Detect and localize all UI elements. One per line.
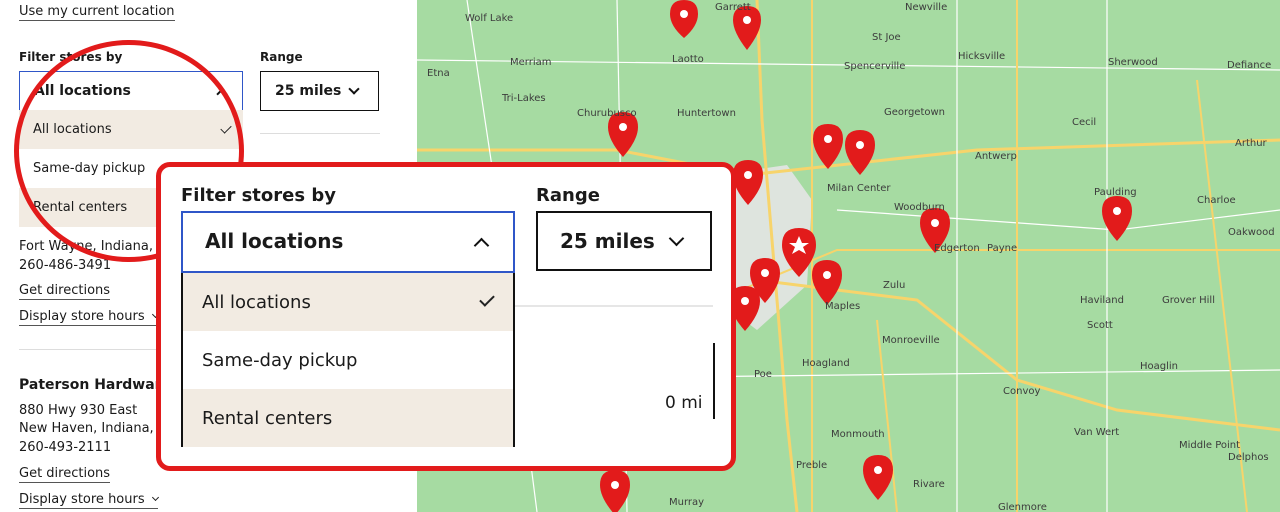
display-store-hours-link[interactable]: Display store hours xyxy=(19,492,159,509)
place-label: Convoy xyxy=(1003,386,1041,397)
distance-bar xyxy=(713,343,715,419)
range-label: Range xyxy=(536,185,600,206)
range-select-value: 25 miles xyxy=(560,229,655,253)
place-label: Spencerville xyxy=(844,61,906,72)
place-label: Antwerp xyxy=(975,151,1017,162)
option-label: All locations xyxy=(33,122,112,137)
use-current-location-link[interactable]: Use my current location xyxy=(19,4,175,21)
place-label: Woodburn xyxy=(894,202,945,213)
store-phone: 260-486-3491 xyxy=(19,258,112,273)
place-label: Haviland xyxy=(1080,295,1124,306)
place-label: Hoaglin xyxy=(1140,361,1179,372)
filter-select-value: All locations xyxy=(34,83,131,99)
range-select-value: 25 miles xyxy=(275,83,342,99)
place-label: Etna xyxy=(427,68,450,79)
filter-select[interactable]: All locations xyxy=(19,71,243,111)
chevron-up-icon xyxy=(473,237,490,254)
place-label: Glenmore xyxy=(998,502,1047,512)
get-directions-link[interactable]: Get directions xyxy=(19,466,111,483)
store-address: New Haven, Indiana, 46 xyxy=(19,421,175,436)
place-label: Laotto xyxy=(672,54,704,65)
place-label: Charloe xyxy=(1197,195,1236,206)
store-phone: 260-493-2111 xyxy=(19,440,112,455)
place-label: Milan Center xyxy=(827,183,891,194)
place-label: Churubusco xyxy=(577,108,637,119)
divider xyxy=(515,305,713,307)
place-label: Cecil xyxy=(1072,117,1097,128)
option-label: Rental centers xyxy=(202,408,333,429)
check-icon xyxy=(479,291,495,307)
store-street: 880 Hwy 930 East xyxy=(19,403,138,418)
place-label: Tri-Lakes xyxy=(502,93,546,104)
zoom-callout: Filter stores by Range All locations 25 … xyxy=(156,162,736,471)
place-label: Payne xyxy=(987,243,1018,254)
filter-option-all-locations[interactable]: All locations xyxy=(183,273,513,331)
filter-options-list: All locations Same-day pickup Rental cen… xyxy=(181,273,515,447)
option-label: All locations xyxy=(202,292,311,313)
check-icon xyxy=(220,122,232,134)
place-label: Hoagland xyxy=(802,358,850,369)
hours-label: Display store hours xyxy=(19,492,145,507)
place-label: Wolf Lake xyxy=(465,13,514,24)
place-label: Monmouth xyxy=(831,429,885,440)
place-label: Garrett xyxy=(715,2,751,13)
place-label: Preble xyxy=(796,460,828,471)
place-label: Delphos xyxy=(1228,452,1269,463)
place-label: Oakwood xyxy=(1228,227,1275,238)
range-label: Range xyxy=(260,50,303,64)
range-select[interactable]: 25 miles xyxy=(260,71,379,111)
place-label: Sherwood xyxy=(1108,57,1158,68)
option-label: Same-day pickup xyxy=(202,350,358,371)
filter-option-rental-centers[interactable]: Rental centers xyxy=(183,389,513,447)
place-label: Zulu xyxy=(883,280,906,291)
place-label: Van Wert xyxy=(1074,427,1120,438)
place-label: Defiance xyxy=(1227,60,1272,71)
chevron-down-icon xyxy=(151,493,159,502)
distance-label: 0 mi xyxy=(665,393,703,413)
place-label: Middle Point xyxy=(1179,440,1241,451)
filter-select[interactable]: All locations xyxy=(181,211,515,273)
place-label: Huntertown xyxy=(677,108,736,119)
place-label: Maples xyxy=(825,301,861,312)
place-label: Rivare xyxy=(913,479,945,490)
place-label: Scott xyxy=(1087,320,1113,331)
place-label: St Joe xyxy=(872,32,901,43)
place-label: Merriam xyxy=(510,57,552,68)
place-label: Paulding xyxy=(1094,187,1137,198)
place-label: Monroeville xyxy=(882,335,940,346)
place-label: Hicksville xyxy=(958,51,1006,62)
place-label: Edgerton xyxy=(934,243,980,254)
store-address: Fort Wayne, Indiana, 46 xyxy=(19,239,174,254)
place-label: Georgetown xyxy=(884,107,946,118)
filter-option-same-day-pickup[interactable]: Same-day pickup xyxy=(183,331,513,389)
display-store-hours-link[interactable]: Display store hours xyxy=(19,309,159,326)
filter-label: Filter stores by xyxy=(181,185,336,206)
place-label: Poe xyxy=(754,369,772,380)
option-label: Same-day pickup xyxy=(33,161,146,176)
filter-option-all-locations[interactable]: All locations xyxy=(19,110,243,149)
filter-select-value: All locations xyxy=(205,229,344,253)
place-label: Arthur xyxy=(1235,138,1267,149)
range-select[interactable]: 25 miles xyxy=(536,211,712,271)
place-label: Newville xyxy=(905,2,948,13)
chevron-up-icon xyxy=(216,88,228,100)
chevron-down-icon xyxy=(348,83,360,95)
option-label: Rental centers xyxy=(33,200,128,215)
divider xyxy=(260,133,380,134)
hours-label: Display store hours xyxy=(19,309,145,324)
place-label: Murray xyxy=(669,497,705,508)
get-directions-link[interactable]: Get directions xyxy=(19,283,111,300)
store-name: Paterson Hardware xyxy=(19,377,172,393)
place-label: Grover Hill xyxy=(1162,295,1215,306)
chevron-down-icon xyxy=(668,230,685,247)
filter-label: Filter stores by xyxy=(19,50,123,64)
